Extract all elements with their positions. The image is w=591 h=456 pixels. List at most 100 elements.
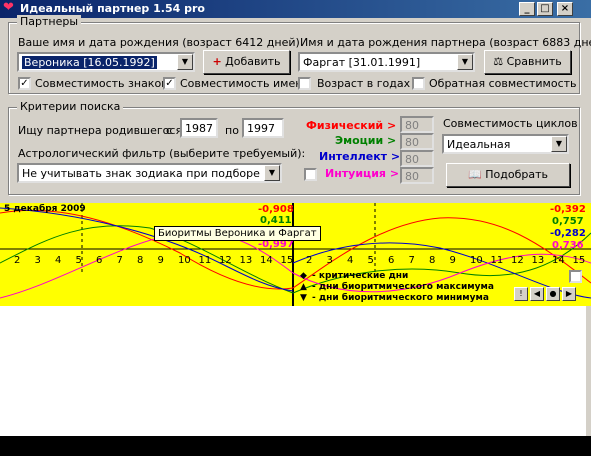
tick-label: 11	[490, 255, 504, 266]
tick-label: 5	[75, 255, 82, 266]
intuition-value-right: 0,736	[552, 240, 584, 251]
intuition-label: Интуиция >	[325, 167, 400, 180]
chevron-down-icon[interactable]: ▼	[264, 165, 280, 181]
partner-name-select[interactable]: Фаргат [31.01.1991] ▼	[298, 52, 475, 72]
cycles-label: Совместимость циклов	[443, 117, 578, 130]
heart-icon: ❤	[3, 0, 14, 15]
signs-checkbox-label: Совместимость знаков	[35, 77, 168, 90]
maximize-button[interactable]: □	[537, 2, 553, 16]
tick-label: 6	[388, 255, 395, 266]
intellect-value-right: -0,282	[550, 228, 586, 239]
minimum-icon: ▼	[300, 293, 307, 303]
from-label: с	[166, 124, 173, 137]
compare-icon: ⚖	[493, 55, 504, 68]
tick-label: 7	[116, 255, 123, 266]
physical-value-left: -0,908	[258, 204, 294, 215]
tick-label: 10	[470, 255, 483, 266]
partner-name-label: Имя и дата рождения партнера (возраст 68…	[300, 36, 591, 49]
add-user-icon: +	[212, 55, 222, 68]
exclaim-button[interactable]: !	[514, 287, 528, 301]
tick-label: 12	[511, 255, 524, 266]
pick-button-label: Подобрать	[485, 168, 548, 181]
emotions-value-left: 0,411	[260, 215, 292, 226]
window-title: Идеальный партнер 1.54 pro	[20, 2, 205, 15]
names-checkbox[interactable]: ✓	[163, 77, 176, 90]
emotions-value-right: 0,757	[552, 216, 584, 227]
intellect-label: Интеллект >	[319, 150, 401, 163]
next-button[interactable]: ▶	[562, 287, 576, 301]
chart-date: 5 декабря 2009	[4, 204, 86, 214]
record-button[interactable]: ●	[546, 287, 560, 301]
pick-button[interactable]: 📖 Подобрать	[446, 163, 570, 187]
chevron-down-icon[interactable]: ▼	[457, 54, 473, 70]
tick-label: 9	[157, 255, 164, 266]
intuition-threshold-input[interactable]: 80	[400, 167, 434, 184]
tick-label: 15	[280, 255, 294, 266]
signs-checkbox[interactable]: ✓	[18, 77, 31, 90]
age-years-checkbox-label: Возраст в годах	[317, 77, 411, 90]
prev-button[interactable]: ◀	[530, 287, 544, 301]
cycles-select[interactable]: Идеальная ▼	[442, 134, 569, 154]
tick-label: 8	[429, 255, 436, 266]
tick-label: 12	[219, 255, 232, 266]
tick-label: 2	[14, 255, 21, 266]
minimize-button[interactable]: _	[519, 2, 535, 16]
add-button-label: Добавить	[225, 55, 281, 68]
bottom-bar	[0, 436, 591, 456]
tick-label: 10	[178, 255, 191, 266]
add-button[interactable]: + Добавить	[203, 50, 290, 74]
tick-label: 15	[572, 255, 586, 266]
tick-label: 13	[239, 255, 253, 266]
chevron-down-icon[interactable]: ▼	[551, 136, 567, 152]
partners-group-label: Партнеры	[17, 15, 82, 28]
astro-filter-label: Астрологический фильтр (выберите требуем…	[18, 147, 306, 160]
partner-name-value: Фаргат [31.01.1991]	[303, 56, 421, 69]
cycles-value: Идеальная	[447, 138, 511, 151]
your-name-select[interactable]: Вероника [16.05.1992] ▼	[17, 52, 195, 72]
tick-label: 8	[137, 255, 144, 266]
intuition-checkbox[interactable]	[304, 168, 317, 181]
astro-filter-value: Не учитывать знак зодиака при подборе	[22, 167, 260, 180]
legend-maximum: - дни биоритмического максимума	[312, 282, 494, 292]
year-from-input[interactable]: 1987	[180, 118, 218, 138]
biorhythm-chart[interactable]: 5 декабря 2009 -0,908 0,411 -0,997 -0,39…	[0, 203, 591, 306]
tick-label: 13	[531, 255, 545, 266]
results-area[interactable]	[0, 306, 586, 436]
your-name-value: Вероника [16.05.1992]	[22, 56, 157, 69]
tick-label: 4	[347, 255, 354, 266]
reverse-compat-checkbox-label: Обратная совместимость	[429, 77, 577, 90]
your-name-label: Ваше имя и дата рождения (возраст 6412 д…	[18, 36, 300, 49]
tick-label: 11	[198, 255, 212, 266]
tick-label: 9	[449, 255, 456, 266]
chevron-down-icon[interactable]: ▼	[177, 54, 193, 70]
compare-button[interactable]: ⚖ Сравнить	[484, 50, 571, 74]
astro-filter-select[interactable]: Не учитывать знак зодиака при подборе ▼	[17, 163, 282, 183]
search-label: Ищу партнера родившегося	[18, 124, 183, 137]
tick-label: 14	[552, 255, 565, 266]
age-years-checkbox[interactable]	[298, 77, 311, 90]
to-label: по	[225, 124, 239, 137]
chart-tooltip: Биоритмы Вероника и Фаргат	[154, 226, 321, 241]
critical-icon: ◆	[300, 271, 307, 281]
intellect-threshold-input[interactable]: 80	[400, 150, 434, 167]
criteria-group-label: Критерии поиска	[17, 100, 124, 113]
physical-label: Физический >	[306, 119, 397, 132]
close-button[interactable]: ×	[557, 2, 573, 16]
physical-threshold-input[interactable]: 80	[400, 116, 434, 133]
year-to-input[interactable]: 1997	[242, 118, 284, 138]
tick-label: 5	[367, 255, 374, 266]
book-icon: 📖	[468, 168, 482, 181]
legend-minimum: - дни биоритмического минимума	[312, 293, 489, 303]
emotions-label: Эмоции >	[335, 134, 397, 147]
emotions-threshold-input[interactable]: 80	[400, 133, 434, 150]
chart-option-checkbox[interactable]	[569, 270, 582, 283]
title-bar: ❤ Идеальный партнер 1.54 pro _ □ ×	[0, 0, 591, 18]
tick-label: 2	[306, 255, 313, 266]
tick-label: 14	[260, 255, 273, 266]
legend-critical: - критические дни	[312, 271, 409, 281]
physical-value-right: -0,392	[550, 204, 586, 215]
reverse-compat-checkbox[interactable]	[412, 77, 425, 90]
tick-label: 3	[34, 255, 41, 266]
maximum-icon: ▲	[300, 282, 307, 292]
tick-label: 4	[55, 255, 62, 266]
